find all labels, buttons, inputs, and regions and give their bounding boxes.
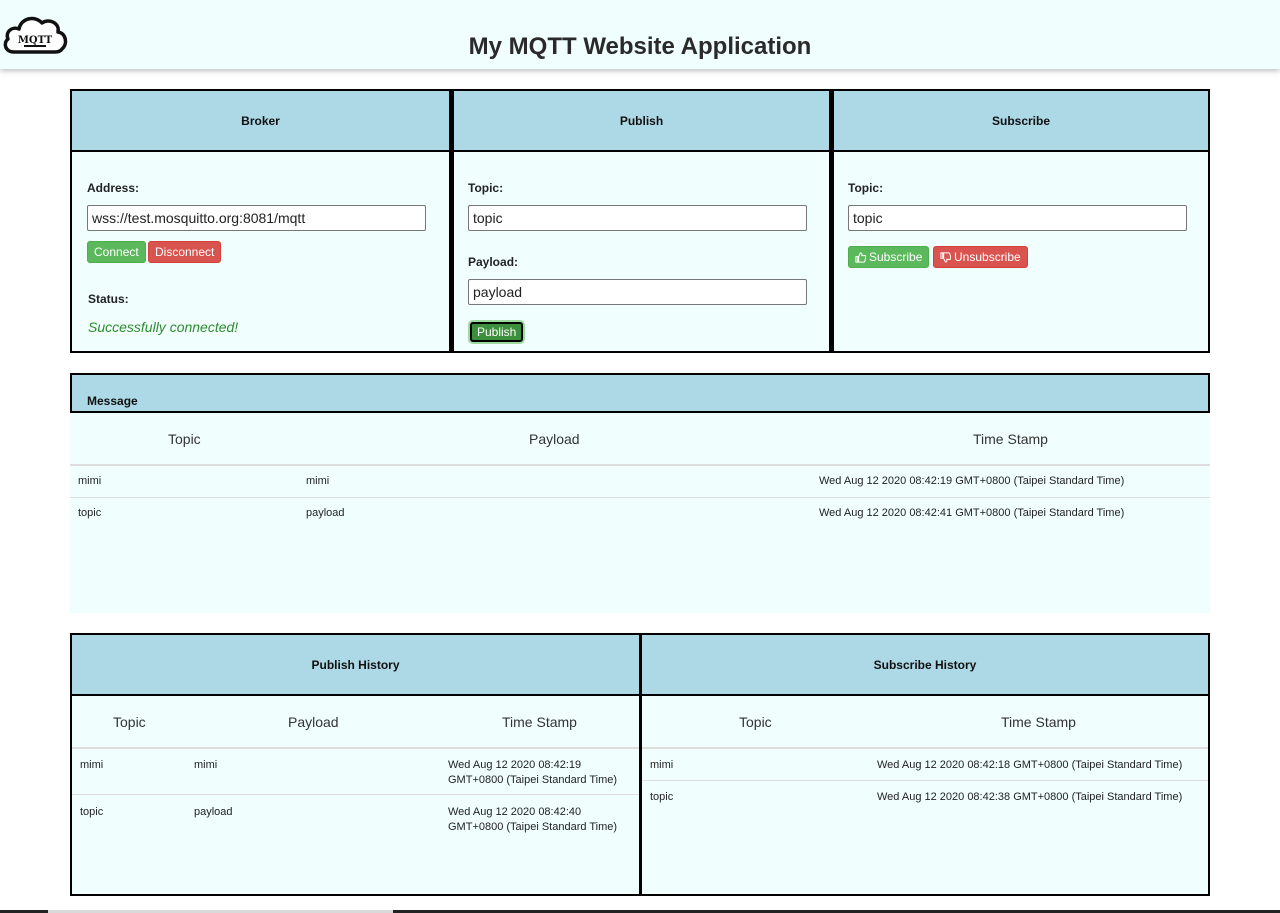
publish-button[interactable]: Publish [470, 322, 524, 342]
subscribe-topic-label: Topic: [848, 181, 884, 195]
row-payload: payload [194, 806, 233, 818]
payload-input[interactable] [468, 279, 807, 305]
row-topic: topic [650, 791, 674, 803]
publish-history-heading: Publish History [72, 635, 639, 696]
message-panel-header: Message [70, 373, 1210, 413]
broker-panel: Broker Address: Connect Disconnect Statu… [70, 89, 451, 353]
header-divider [70, 464, 1210, 466]
subscribe-heading: Subscribe [834, 91, 1208, 152]
row-topic: topic [78, 507, 102, 519]
row-payload: mimi [306, 475, 330, 487]
message-heading: Message [87, 394, 138, 408]
row-time-stamp: Wed Aug 12 2020 08:42:41 GMT+0800 (Taipe… [819, 507, 1125, 519]
column-header-topic: Topic [113, 714, 146, 730]
header-divider [72, 747, 639, 749]
publish-history-panel: Publish History Topic Payload Time Stamp… [70, 633, 641, 896]
payload-label: Payload: [468, 255, 519, 269]
broker-address-input[interactable] [87, 205, 426, 231]
publish-heading: Publish [454, 91, 829, 152]
row-divider [70, 497, 1210, 498]
column-header-payload: Payload [529, 431, 580, 447]
page-title: My MQTT Website Application [468, 33, 812, 60]
row-time-line1: Wed Aug 12 2020 08:42:19 [448, 759, 582, 771]
subscribe-topic-input[interactable] [848, 205, 1187, 231]
thumbs-up-icon [855, 252, 867, 263]
subscribe-button-label: Subscribe [869, 250, 923, 264]
subscribe-panel: Subscribe Topic: Subscribe Unsubscribe [831, 89, 1210, 353]
subscribe-history-panel: Subscribe History Topic Time Stamp mimi … [639, 633, 1210, 896]
row-topic: topic [80, 806, 104, 818]
column-header-topic: Topic [739, 714, 772, 730]
column-header-time-stamp: Time Stamp [1001, 714, 1076, 730]
message-table: Topic Payload Time Stamp mimi mimi Wed A… [70, 413, 1210, 613]
broker-heading: Broker [72, 91, 449, 152]
connect-button[interactable]: Connect [87, 241, 146, 263]
header-divider [642, 747, 1208, 749]
row-time-line1: Wed Aug 12 2020 08:42:40 [448, 806, 582, 818]
status-label: Status: [88, 292, 129, 306]
row-payload: mimi [194, 759, 218, 771]
row-time-stamp: Wed Aug 12 2020 08:42:18 GMT+0800 (Taipe… [877, 759, 1183, 771]
app-header: MQTT My MQTT Website Application [0, 0, 1280, 69]
unsubscribe-button-label: Unsubscribe [954, 250, 1021, 264]
subscribe-button[interactable]: Subscribe [848, 246, 930, 268]
thumbs-down-icon [940, 252, 952, 263]
row-time-stamp: Wed Aug 12 2020 08:42:19 GMT+0800 (Taipe… [819, 475, 1125, 487]
row-divider [72, 794, 639, 795]
column-header-topic: Topic [168, 431, 201, 447]
control-panels: Broker Address: Connect Disconnect Statu… [70, 89, 1210, 353]
row-time-line2: GMT+0800 (Taipei Standard Time) [448, 774, 618, 786]
row-time-line2: GMT+0800 (Taipei Standard Time) [448, 821, 618, 833]
row-topic: mimi [80, 759, 104, 771]
column-header-payload: Payload [288, 714, 339, 730]
disconnect-button[interactable]: Disconnect [148, 241, 222, 263]
row-time-stamp: Wed Aug 12 2020 08:42:38 GMT+0800 (Taipe… [877, 791, 1183, 803]
publish-panel: Publish Topic: Payload: Publish [451, 89, 831, 353]
column-header-time-stamp: Time Stamp [502, 714, 577, 730]
unsubscribe-button[interactable]: Unsubscribe [933, 246, 1028, 268]
status-value: Successfully connected! [88, 319, 239, 335]
row-divider [642, 780, 1208, 781]
publish-topic-label: Topic: [468, 181, 504, 195]
row-payload: payload [306, 507, 345, 519]
address-label: Address: [87, 181, 140, 195]
row-topic: mimi [650, 759, 674, 771]
column-header-time-stamp: Time Stamp [973, 431, 1048, 447]
publish-topic-input[interactable] [468, 205, 807, 231]
subscribe-history-heading: Subscribe History [642, 635, 1208, 696]
row-topic: mimi [78, 475, 102, 487]
